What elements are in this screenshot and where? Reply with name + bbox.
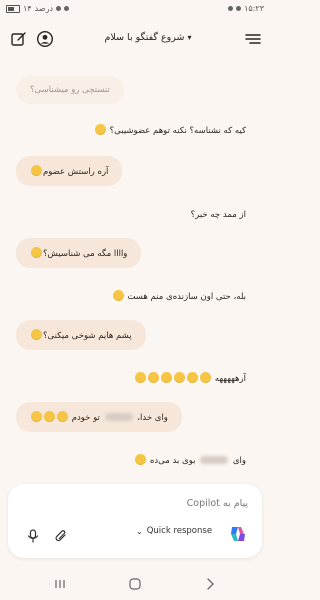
emoji-icon (187, 372, 199, 383)
bot-message: آره راستش عضوم (16, 156, 123, 186)
home-icon[interactable] (125, 574, 145, 594)
emoji-icon (200, 372, 212, 383)
message-text: وای خدا، (137, 413, 168, 423)
emoji-icon (112, 290, 124, 301)
conversation-title-text: شروع گفتگو با سلام (104, 32, 185, 43)
battery-suffix: درصد (34, 4, 54, 13)
wifi-icon (64, 6, 70, 11)
message-text: آره راستش عضوم (43, 167, 109, 177)
chevron-down-icon: ⌄ (136, 526, 143, 536)
emoji-icon (135, 454, 147, 465)
message-composer[interactable]: پیام به Copilot ⌄ Quick response (8, 484, 262, 558)
redacted-text (104, 413, 133, 421)
attach-icon[interactable] (54, 528, 68, 547)
message-text: پشم هایم شوخی میکنی؟ (43, 331, 132, 341)
notification-icon (228, 6, 234, 11)
notification-icon (236, 6, 242, 11)
message-input[interactable]: پیام به Copilot (187, 498, 248, 509)
redacted-text (200, 456, 229, 464)
emoji-icon (174, 372, 186, 383)
user-message: وای بوی بد می‌ده (134, 454, 246, 466)
new-chat-icon[interactable] (10, 30, 28, 48)
message-text: تو خودم (71, 413, 100, 423)
emoji-icon (148, 372, 160, 383)
system-navigation-bar (0, 568, 270, 600)
emoji-icon (161, 372, 173, 383)
emoji-icon (31, 411, 42, 422)
chat-thread[interactable]: تنستچی رو میشناسی؟ کیه که نشناسه؟ نکنه ت… (0, 70, 270, 490)
menu-icon[interactable] (244, 30, 262, 48)
message-text: از ممد چه خبر؟ (190, 210, 246, 220)
message-text: تنستچی رو میشناسی؟ (30, 85, 110, 95)
emoji-icon (31, 247, 42, 258)
header: ▾ شروع گفتگو با سلام (0, 26, 270, 54)
status-right: ۱۵:۲۳ (228, 4, 264, 13)
back-icon[interactable] (200, 574, 220, 594)
bot-message: تنستچی رو میشناسی؟ (16, 76, 124, 104)
status-time: ۱۵:۲۳ (244, 4, 264, 13)
message-text: واااا مگه می شناسیش؟ (43, 249, 128, 259)
emoji-icon (135, 372, 147, 383)
bot-message: وای خدا، تو خودم (16, 402, 182, 432)
bot-message: پشم هایم شوخی میکنی؟ (16, 320, 146, 350)
message-text: وای (232, 456, 246, 466)
copilot-logo (228, 524, 248, 544)
message-text: کیه که نشناسه؟ نکنه توهم عضوشیبی؟ (109, 126, 246, 136)
signal-icon (56, 6, 62, 11)
chevron-down-icon[interactable]: ▾ (187, 33, 191, 42)
avatar-icon[interactable] (36, 30, 54, 48)
user-message: آرهههههه (134, 372, 246, 384)
quick-response-label: Quick response (146, 526, 213, 536)
message-text: بوی بد می‌ده (149, 456, 196, 466)
emoji-icon (44, 411, 55, 422)
status-bar: ۱۴ درصد ۱۵:۲۳ (0, 0, 270, 18)
user-message: از ممد چه خبر؟ (191, 210, 246, 220)
recent-apps-icon[interactable] (50, 574, 70, 594)
message-text: آرهههههه (214, 374, 246, 384)
emoji-icon (94, 124, 106, 135)
conversation-title[interactable]: ▾ شروع گفتگو با سلام (80, 32, 220, 43)
status-left: ۱۴ درصد (6, 4, 70, 13)
user-message: کیه که نشناسه؟ نکنه توهم عضوشیبی؟ (94, 124, 246, 136)
mic-icon[interactable] (26, 528, 40, 547)
quick-response-button[interactable]: ⌄ Quick response (136, 526, 212, 536)
battery-icon (6, 4, 20, 13)
bot-message: واااا مگه می شناسیش؟ (16, 238, 142, 268)
message-text: بله، حتی اون سازنده‌ی منم هست (127, 292, 246, 302)
emoji-icon (31, 329, 42, 340)
emoji-icon (57, 411, 68, 422)
emoji-icon (31, 165, 42, 176)
battery-percent: ۱۴ (23, 4, 32, 13)
user-message: بله، حتی اون سازنده‌ی منم هست (112, 290, 246, 302)
